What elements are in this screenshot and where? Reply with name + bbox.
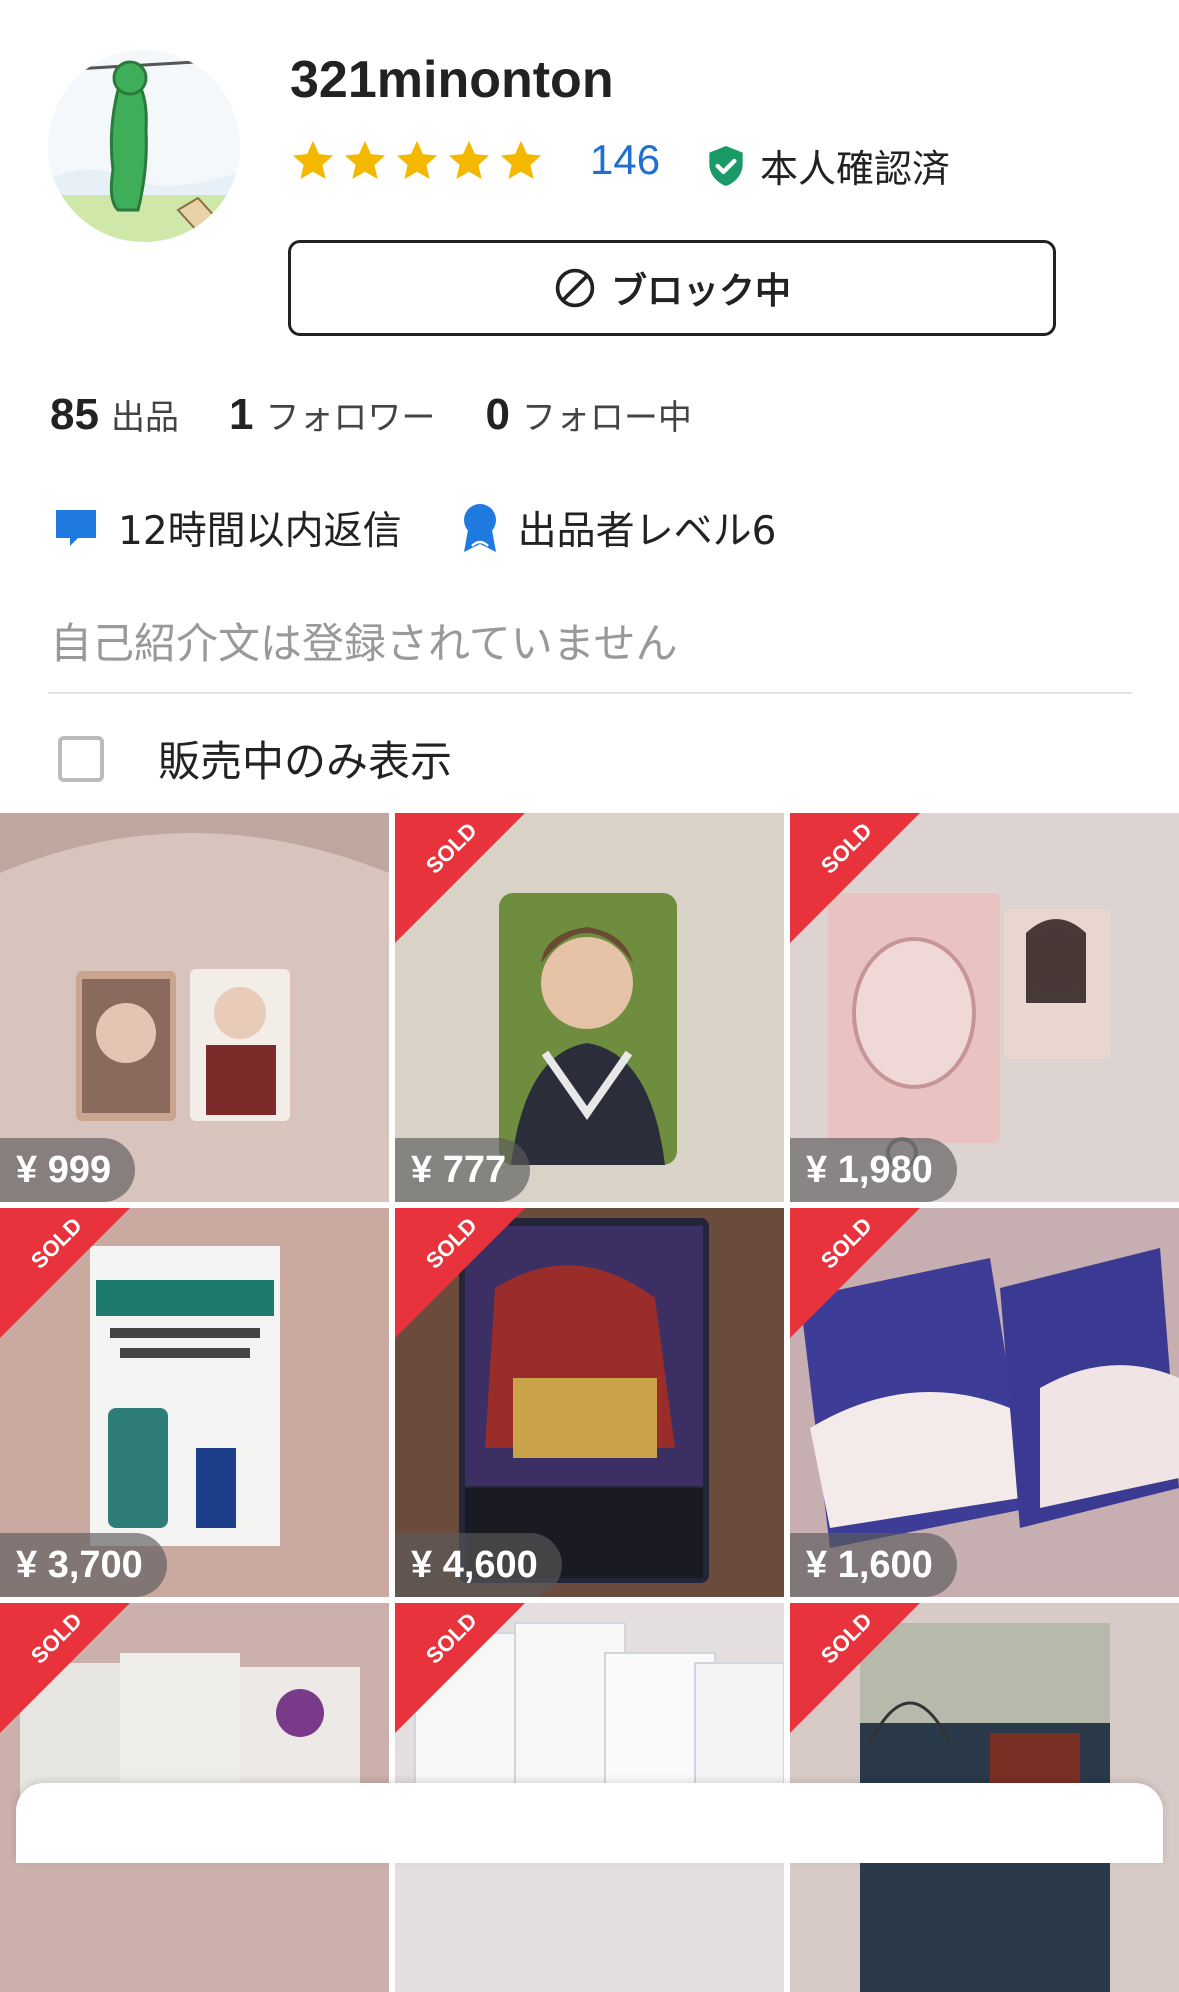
sold-ribbon: SOLD [0,1208,130,1338]
stat-label: 出品 [110,398,179,438]
block-button[interactable]: ブロック中 [288,240,1056,336]
item-price: ¥ 777 [395,1138,531,1202]
stat-number: 85 [50,390,99,439]
sold-ribbon: SOLD [790,1208,920,1338]
sold-ribbon: SOLD [395,1603,525,1733]
sold-ribbon: SOLD [0,1603,130,1733]
sold-ribbon: SOLD [395,813,525,943]
response-time-badge: 12時間以内返信 [52,500,402,556]
stat-followers[interactable]: 1 フォロワー [229,390,435,440]
item-card[interactable]: ¥ 999 [0,813,389,1202]
bio-placeholder: 自己紹介文は登録されていません [50,619,678,668]
item-card[interactable]: SOLD ¥ 3,700 [0,1208,389,1597]
on-sale-checkbox[interactable] [58,735,104,782]
seller-level-badge: 出品者レベル6 [460,500,777,556]
rating-stars[interactable] [290,138,544,184]
avatar[interactable] [48,50,240,242]
star-icon [500,140,542,180]
verified-label: 本人確認済 [760,147,951,191]
response-time-label: 12時間以内返信 [118,509,402,554]
item-card[interactable]: SOLD ¥ 1,600 [790,1208,1179,1597]
item-price: ¥ 4,600 [395,1533,562,1597]
block-label: ブロック中 [610,271,791,312]
seller-level-label: 出品者レベル6 [517,509,777,554]
rating-count[interactable]: 146 [590,136,660,184]
item-price: ¥ 3,700 [0,1533,167,1597]
stat-number: 0 [485,390,510,439]
on-sale-filter[interactable]: 販売中のみ表示 [58,728,452,789]
profile-stats: 85 出品 1 フォロワー 0 フォロー中 [50,390,742,440]
sold-ribbon: SOLD [395,1208,525,1338]
item-card[interactable]: SOLD ¥ 777 [395,813,784,1202]
sold-ribbon: SOLD [790,813,920,943]
stat-listings[interactable]: 85 出品 [50,390,179,440]
filter-label: 販売中のみ表示 [158,737,453,786]
stat-label: フォロー中 [521,398,692,438]
block-icon [555,268,595,308]
star-icon [344,140,386,180]
medal-icon [463,504,496,552]
star-icon [396,140,438,180]
item-price: ¥ 1,980 [790,1138,957,1202]
avatar-image [48,50,240,242]
item-price: ¥ 1,600 [790,1533,957,1597]
stat-label: フォロワー [265,398,436,438]
stat-number: 1 [228,390,254,439]
item-card[interactable]: SOLD ¥ 4,600 [395,1208,784,1597]
stat-following[interactable]: 0 フォロー中 [485,390,691,440]
chat-bubble-icon [56,510,96,546]
star-icon [448,140,490,180]
verified-badge: 本人確認済 [706,138,950,193]
star-icon [292,140,334,180]
item-card[interactable]: SOLD ¥ 1,980 [790,813,1179,1202]
divider [48,692,1132,694]
item-price: ¥ 999 [0,1138,136,1202]
shield-check-icon [709,145,743,186]
seller-badges: 12時間以内返信 出品者レベル6 [52,500,834,556]
username: 321minonton [290,51,614,109]
sold-ribbon: SOLD [790,1603,920,1733]
bottom-sheet[interactable] [16,1783,1163,1863]
